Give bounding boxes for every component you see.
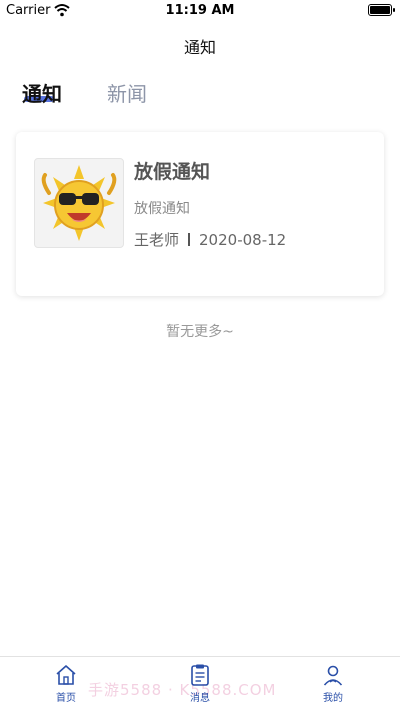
notice-card[interactable]: 放假通知 放假通知 王老师 2020-08-12 [16, 132, 384, 296]
clock: 11:19 AM [165, 3, 235, 18]
notice-meta: 王老师 2020-08-12 [134, 229, 286, 250]
notice-title: 放假通知 [134, 161, 211, 183]
clipboard-icon [191, 664, 209, 686]
notice-thumbnail [34, 158, 124, 248]
user-icon [323, 665, 343, 686]
tabbar-item-home[interactable]: 首页 [46, 663, 86, 704]
battery-icon [368, 4, 395, 16]
home-icon [56, 665, 76, 685]
status-bar: Carrier 11:19 AM [0, 0, 400, 22]
tabbar-label-messages: 消息 [190, 693, 210, 704]
notice-summary: 放假通知 [134, 201, 190, 217]
sun-sunglasses-icon [41, 165, 117, 241]
meta-divider [188, 233, 191, 246]
list-end-text: 暂无更多~ [166, 324, 234, 340]
tabbar-item-me[interactable]: 我的 [313, 663, 353, 704]
notice-date: 2020-08-12 [199, 231, 287, 249]
bottom-tab-bar: 手游5588 · K5588.COM 首页 消息 我的 [0, 656, 400, 710]
tabbar-label-home: 首页 [56, 693, 76, 704]
tab-news[interactable]: 新闻 [107, 78, 147, 107]
tab-notice[interactable]: 通知 [22, 78, 62, 107]
tabbar-item-messages[interactable]: 消息 [180, 663, 220, 704]
tabbar-label-me: 我的 [323, 693, 343, 704]
page-title: 通知 [183, 38, 216, 57]
notice-author: 王老师 [134, 231, 180, 249]
